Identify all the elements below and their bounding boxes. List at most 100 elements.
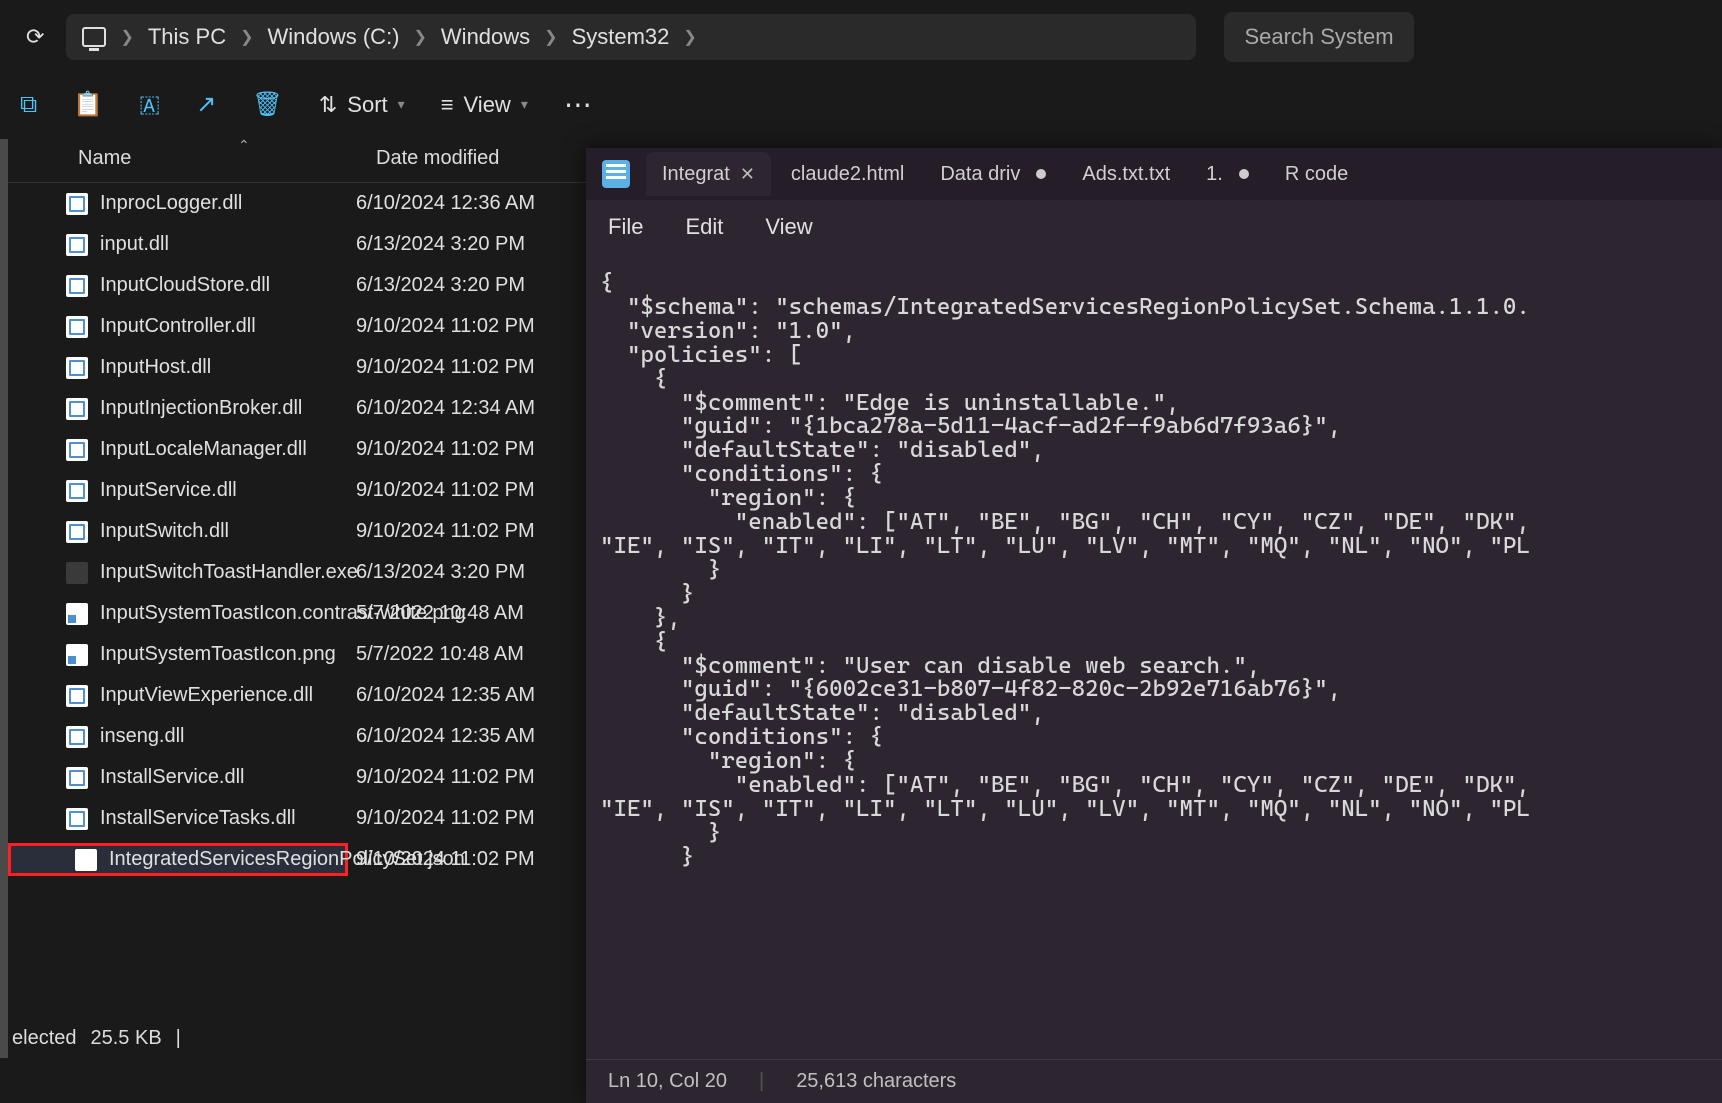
chevron-right-icon[interactable]: ❯: [544, 27, 557, 47]
notepad-tab[interactable]: Ads.txt.txt: [1066, 152, 1186, 196]
divider: |: [759, 1070, 764, 1093]
file-icon: [66, 521, 88, 543]
file-row[interactable]: InputService.dll9/10/2024 11:02 PM: [8, 470, 586, 511]
sidebar-scrollbar[interactable]: [0, 139, 8, 1058]
file-date: 9/10/2024 11:02 PM: [348, 807, 535, 830]
chevron-right-icon[interactable]: ❯: [683, 27, 696, 47]
file-icon: [66, 603, 88, 625]
view-label: View: [464, 92, 511, 118]
file-name: InputController.dll: [100, 315, 256, 338]
view-icon: ≡: [441, 92, 454, 118]
chevron-right-icon[interactable]: ❯: [414, 27, 427, 47]
breadcrumb-item[interactable]: Windows: [441, 24, 530, 50]
file-row[interactable]: InputCloudStore.dll6/13/2024 3:20 PM: [8, 265, 586, 306]
paste-icon[interactable]: 📋: [73, 90, 103, 119]
file-date: 6/10/2024 12:34 AM: [348, 397, 535, 420]
file-row[interactable]: IntegratedServicesRegionPolicySet.json9/…: [8, 839, 586, 880]
menu-file[interactable]: File: [608, 214, 643, 240]
file-date: 9/10/2024 11:02 PM: [348, 479, 535, 502]
divider: |: [176, 1027, 181, 1050]
pc-icon: [82, 27, 106, 47]
column-header[interactable]: Name ⌃ Date modified: [8, 135, 586, 183]
tab-label: R code: [1285, 163, 1348, 186]
file-date: 9/10/2024 11:02 PM: [348, 766, 535, 789]
file-name: InputHost.dll: [100, 356, 211, 379]
notepad-tab[interactable]: Integrat✕: [646, 152, 771, 196]
file-row[interactable]: inseng.dll 6/10/2024 12:35 AM: [8, 716, 586, 757]
chevron-right-icon[interactable]: ❯: [240, 27, 253, 47]
file-icon: [66, 357, 88, 379]
file-name: InputInjectionBroker.dll: [100, 397, 302, 420]
size-status: 25.5 KB: [91, 1027, 162, 1050]
notepad-tab[interactable]: 1.: [1190, 152, 1265, 196]
file-date: 6/10/2024 12:36 AM: [348, 192, 535, 215]
file-date: 6/13/2024 3:20 PM: [348, 233, 525, 256]
file-name: InputSwitchToastHandler.exe: [100, 561, 358, 584]
notepad-tab[interactable]: R code: [1269, 152, 1364, 196]
file-name: InputCloudStore.dll: [100, 274, 270, 297]
sort-button[interactable]: ⇅ Sort ▾: [319, 92, 405, 118]
more-button[interactable]: ⋯: [564, 88, 594, 121]
breadcrumb-item[interactable]: System32: [572, 24, 670, 50]
file-row[interactable]: InprocLogger.dll 6/10/2024 12:36 AM: [8, 183, 586, 224]
file-row[interactable]: InputInjectionBroker.dll 6/10/2024 12:34 …: [8, 388, 586, 429]
close-icon[interactable]: ✕: [740, 164, 755, 185]
file-icon: [66, 767, 88, 789]
file-date: 9/10/2024 11:02 PM: [348, 848, 535, 871]
file-row[interactable]: InstallService.dll 9/10/2024 11:02 PM: [8, 757, 586, 798]
sort-label: Sort: [347, 92, 387, 118]
file-row[interactable]: InstallServiceTasks.dll9/10/2024 11:02 P…: [8, 798, 586, 839]
file-row[interactable]: InputSystemToastIcon.contrast-white.png5…: [8, 593, 586, 634]
file-icon: [66, 398, 88, 420]
file-date: 9/10/2024 11:02 PM: [348, 520, 535, 543]
menu-view[interactable]: View: [765, 214, 812, 240]
file-row[interactable]: input.dll 6/13/2024 3:20 PM: [8, 224, 586, 265]
notepad-tab[interactable]: claude2.html: [775, 152, 920, 196]
tab-label: Data driv: [940, 163, 1020, 186]
file-name: InstallService.dll: [100, 766, 245, 789]
file-row[interactable]: InputSwitch.dll 9/10/2024 11:02 PM: [8, 511, 586, 552]
col-date[interactable]: Date modified: [368, 147, 586, 170]
tab-label: claude2.html: [791, 163, 904, 186]
file-row[interactable]: InputHost.dll9/10/2024 11:02 PM: [8, 347, 586, 388]
copy-icon[interactable]: ⧉: [20, 91, 37, 119]
notepad-tab[interactable]: Data driv: [924, 152, 1062, 196]
share-icon[interactable]: ↗: [196, 90, 216, 119]
file-row[interactable]: InputSwitchToastHandler.exe6/13/2024 3:2…: [8, 552, 586, 593]
file-icon: [66, 193, 88, 215]
refresh-button[interactable]: ⟳: [20, 18, 50, 56]
file-date: 6/10/2024 12:35 AM: [348, 725, 535, 748]
selection-status: elected: [12, 1027, 77, 1050]
file-row[interactable]: InputViewExperience.dll6/10/2024 12:35 A…: [8, 675, 586, 716]
delete-icon[interactable]: 🗑: [252, 90, 282, 119]
file-icon: [66, 726, 88, 748]
file-icon: [66, 562, 88, 584]
rename-icon[interactable]: 🇦: [139, 91, 160, 119]
file-name: InputSwitch.dll: [100, 520, 229, 543]
breadcrumb[interactable]: ❯ This PC ❯ Windows (C:) ❯ Windows ❯ Sys…: [66, 14, 1196, 60]
editor-content[interactable]: { "$schema": "schemas/IntegratedServices…: [586, 254, 1722, 1059]
file-row[interactable]: InputController.dll9/10/2024 11:02 PM: [8, 306, 586, 347]
file-icon: [66, 234, 88, 256]
breadcrumb-item[interactable]: Windows (C:): [268, 24, 400, 50]
search-input[interactable]: Search System: [1224, 12, 1413, 62]
col-name[interactable]: Name: [78, 147, 131, 169]
file-row[interactable]: InputLocaleManager.dll9/10/2024 11:02 PM: [8, 429, 586, 470]
file-date: 5/7/2022 10:48 AM: [348, 602, 524, 625]
view-button[interactable]: ≡ View ▾: [441, 92, 528, 118]
file-icon: [66, 480, 88, 502]
file-icon: [66, 644, 88, 666]
file-date: 6/10/2024 12:35 AM: [348, 684, 535, 707]
file-icon: [66, 808, 88, 830]
breadcrumb-item[interactable]: This PC: [148, 24, 226, 50]
cursor-position: Ln 10, Col 20: [608, 1070, 727, 1093]
file-row[interactable]: InputSystemToastIcon.png5/7/2022 10:48 A…: [8, 634, 586, 675]
file-name: input.dll: [100, 233, 169, 256]
file-name: inseng.dll: [100, 725, 185, 748]
sort-asc-icon: ⌃: [238, 137, 250, 154]
tab-label: Ads.txt.txt: [1082, 163, 1170, 186]
chevron-right-icon[interactable]: ❯: [120, 27, 133, 47]
file-name: InprocLogger.dll: [100, 192, 242, 215]
menu-edit[interactable]: Edit: [685, 214, 723, 240]
file-icon: [66, 685, 88, 707]
